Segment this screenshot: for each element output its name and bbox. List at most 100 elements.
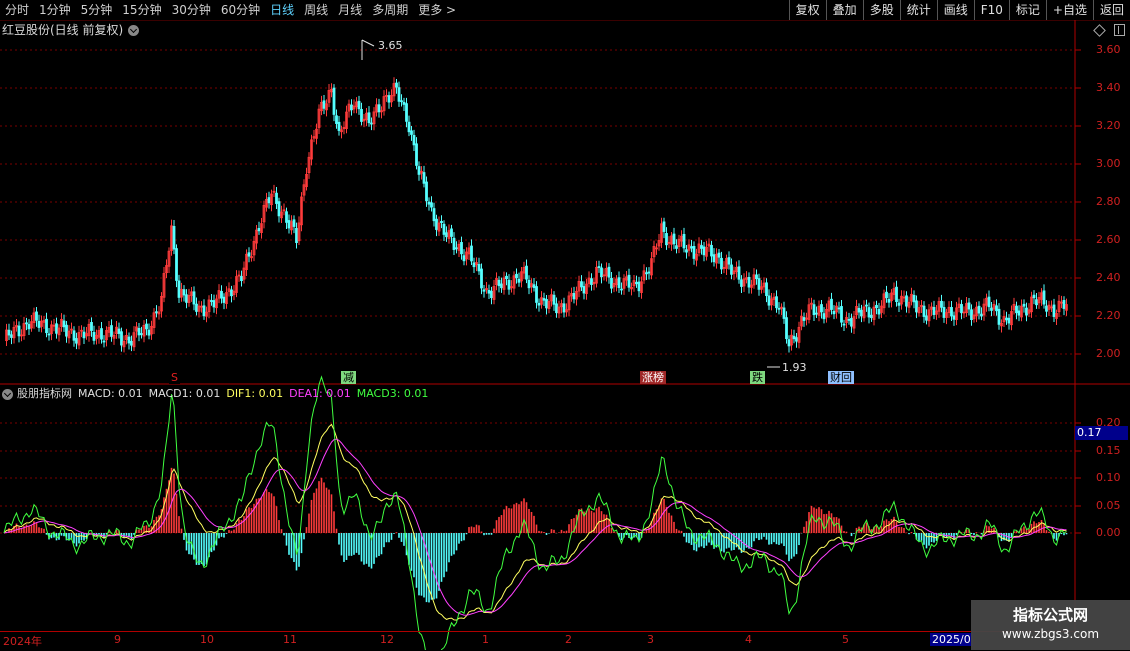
candle-body: [267, 197, 271, 204]
candle-body: [145, 323, 148, 330]
candle-body: [647, 271, 651, 274]
candle-body: [1025, 307, 1028, 316]
candle-body: [370, 122, 373, 125]
high-price-label: 3.65: [378, 39, 403, 52]
candle-body: [515, 273, 518, 279]
date-label: 3: [647, 633, 654, 646]
date-axis: 2024年 9 10 11 12 1 2 3 4 5 2025/0: [0, 631, 1075, 651]
candle-body: [192, 291, 196, 305]
event-marker[interactable]: 涨榜: [640, 371, 666, 384]
candle-body: [507, 279, 511, 290]
candle-body: [182, 289, 186, 296]
macd-value: MACD: 0.01: [78, 387, 143, 400]
candle-body: [692, 246, 696, 259]
candle-body: [395, 82, 398, 88]
candle-body: [37, 320, 41, 328]
candle-body: [120, 331, 123, 346]
candle-body: [537, 302, 541, 306]
candle-body: [402, 101, 406, 105]
candle-body: [682, 233, 686, 249]
candle-body: [410, 130, 413, 135]
candle-body: [832, 310, 836, 315]
event-marker[interactable]: 财回: [828, 371, 854, 384]
candle-body: [450, 228, 453, 237]
candle-body: [430, 202, 433, 208]
candle-body: [535, 286, 538, 303]
candle-body: [462, 255, 466, 262]
candle-body: [717, 252, 721, 258]
candle-body: [100, 328, 103, 340]
candle-body: [27, 324, 31, 330]
candle-body: [442, 223, 446, 235]
candle-body: [335, 115, 338, 124]
candle-body: [850, 317, 853, 327]
candle-body: [737, 266, 741, 280]
watermark-url: www.zbgs3.com: [1001, 627, 1100, 641]
macd1-value: MACD1: 0.01: [148, 387, 221, 400]
candle-body: [590, 278, 593, 285]
candle-body: [525, 265, 528, 280]
event-marker[interactable]: 跌: [750, 371, 765, 384]
candle-body: [617, 277, 621, 288]
candle-body: [285, 211, 288, 223]
candle-body: [195, 303, 198, 312]
chevron-down-icon[interactable]: [2, 388, 13, 400]
candle-body: [212, 300, 216, 308]
dea1-value: DEA1: 0.01: [289, 387, 351, 400]
candle-body: [202, 305, 206, 317]
candlestick-chart[interactable]: [0, 0, 1130, 650]
candle-body: [130, 340, 133, 346]
candle-body: [175, 248, 178, 281]
price-tick-label: 2.00: [1096, 347, 1121, 360]
candle-body: [422, 172, 426, 184]
candle-body: [477, 264, 481, 272]
candle-body: [10, 334, 13, 338]
candle-body: [792, 335, 796, 340]
candle-body: [1017, 310, 1021, 316]
candle-body: [620, 288, 623, 291]
candle-body: [637, 281, 641, 292]
candle-body: [865, 304, 868, 307]
date-label: 4: [745, 633, 752, 646]
candle-body: [877, 309, 881, 315]
candle-body: [497, 279, 501, 287]
candle-body: [552, 294, 556, 305]
candle-body: [857, 307, 861, 313]
candle-body: [400, 100, 403, 103]
candle-body: [47, 333, 51, 336]
candle-body: [360, 108, 363, 122]
candle-body: [730, 264, 733, 275]
candle-body: [397, 87, 401, 102]
indicator-title[interactable]: 股朋指标网 MACD: 0.01 MACD1: 0.01 DIF1: 0.01 …: [2, 387, 434, 401]
candle-body: [685, 249, 688, 253]
candle-body: [942, 307, 946, 318]
indicator-tick-label: 0.10: [1096, 471, 1121, 484]
cursor-value-label: 0.17: [1075, 426, 1128, 440]
event-marker[interactable]: S: [169, 371, 180, 384]
watermark: 指标公式网 www.zbgs3.com: [971, 600, 1130, 650]
candle-body: [847, 319, 851, 321]
candle-body: [997, 308, 1001, 325]
event-marker[interactable]: 减: [341, 371, 356, 384]
candle-body: [332, 87, 336, 115]
candle-body: [82, 331, 86, 339]
candle-body: [690, 246, 693, 249]
candle-body: [1022, 303, 1026, 307]
candle-body: [765, 282, 768, 296]
candle-body: [812, 304, 816, 316]
date-label: 9: [114, 633, 121, 646]
candle-body: [940, 300, 943, 308]
candle-body: [1052, 304, 1056, 317]
candle-body: [782, 307, 786, 319]
candle-body: [490, 290, 493, 299]
candle-body: [747, 276, 751, 288]
candle-body: [1032, 294, 1036, 299]
candle-body: [580, 281, 583, 288]
candle-body: [487, 290, 491, 294]
candle-body: [675, 245, 678, 249]
date-label: 10: [200, 633, 214, 646]
candle-body: [92, 332, 96, 341]
candle-body: [545, 299, 548, 309]
candle-body: [532, 284, 536, 288]
candle-body: [990, 307, 993, 311]
